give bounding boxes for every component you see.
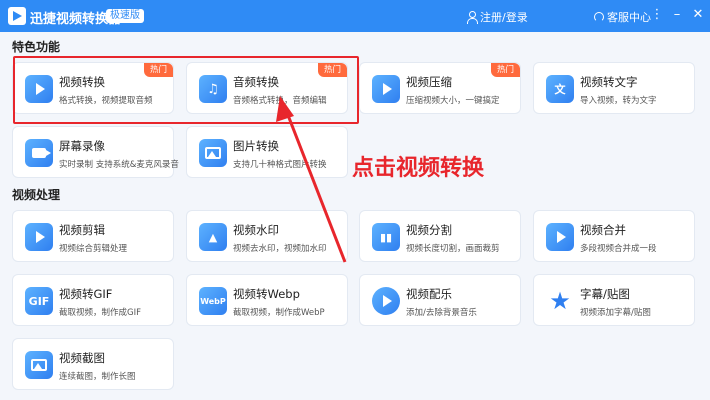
card-video-to-gif[interactable]: GIF 视频转GIF 截取视频，制作成GIF: [12, 274, 174, 326]
minimize-button[interactable]: –: [668, 6, 686, 24]
card-title: 视频转GIF: [59, 287, 113, 301]
card-title: 视频水印: [233, 223, 279, 237]
customer-service-label: 客服中心: [607, 11, 651, 24]
edition-badge: 极速版: [106, 9, 144, 23]
close-button[interactable]: ✕: [689, 6, 707, 24]
login-button[interactable]: 注册/登录: [466, 9, 528, 25]
user-icon: [466, 11, 478, 24]
annotation-text: 点击视频转换: [352, 156, 485, 181]
card-title: 视频转文字: [580, 75, 638, 89]
card-video-to-webp[interactable]: WebP 视频转Webp 截取视频，制作成WebP: [186, 274, 348, 326]
card-title: 视频配乐: [406, 287, 452, 301]
card-video-merge[interactable]: 视频合并 多段视频合并成一段: [533, 210, 695, 262]
hot-badge: 热门: [317, 63, 347, 77]
card-desc: 视频综合剪辑处理: [59, 244, 128, 254]
card-title: 视频截图: [59, 351, 105, 365]
card-video-edit[interactable]: 视频剪辑 视频综合剪辑处理: [12, 210, 174, 262]
music-icon: [372, 287, 400, 315]
card-desc: 实时录制 支持系统&麦克风录音: [59, 160, 179, 170]
webp-icon: WebP: [199, 287, 227, 315]
card-video-split[interactable]: ▮▮ 视频分割 视频长度切割，画面裁剪: [359, 210, 521, 262]
video-split-icon: ▮▮: [372, 223, 400, 251]
card-title: 音频转换: [233, 75, 279, 89]
card-desc: 支持几十种格式图片转换: [233, 160, 327, 170]
login-label: 注册/登录: [480, 11, 528, 24]
card-desc: 压缩视频大小，一键搞定: [406, 96, 500, 106]
card-title: 视频分割: [406, 223, 452, 237]
section-title-video-processing: 视频处理: [12, 188, 61, 202]
card-desc: 音频格式转换，音频编辑: [233, 96, 327, 106]
card-video-to-text[interactable]: 文 视频转文字 导入视频，转为文字: [533, 62, 695, 114]
screenshot-icon: [25, 351, 53, 379]
card-video-screenshot[interactable]: 视频截图 连续截图，制作长图: [12, 338, 174, 390]
card-desc: 格式转换，视频提取音频: [59, 96, 153, 106]
image-convert-icon: [199, 139, 227, 167]
card-title: 图片转换: [233, 139, 279, 153]
card-desc: 导入视频，转为文字: [580, 96, 657, 106]
card-title: 视频压缩: [406, 75, 452, 89]
subtitle-icon: ★: [549, 287, 571, 315]
card-video-compress[interactable]: 视频压缩 压缩视频大小，一键搞定 热门: [359, 62, 521, 114]
audio-convert-icon: ♫: [199, 75, 227, 103]
gif-icon: GIF: [25, 287, 53, 315]
card-subtitle-sticker[interactable]: ★ 字幕/贴图 视频添加字幕/贴图: [533, 274, 695, 326]
card-desc: 添加/去除背景音乐: [406, 308, 477, 318]
card-desc: 连续截图，制作长图: [59, 372, 136, 382]
card-title: 屏幕录像: [59, 139, 105, 153]
hot-badge: 热门: [143, 63, 173, 77]
customer-service-button[interactable]: 客服中心: [594, 9, 651, 25]
card-watermark[interactable]: ▲ 视频水印 视频去水印，视频加水印: [186, 210, 348, 262]
hot-badge: 热门: [490, 63, 520, 77]
card-desc: 截取视频，制作成GIF: [59, 308, 141, 318]
card-title: 视频转Webp: [233, 287, 300, 301]
watermark-icon: ▲: [199, 223, 227, 251]
card-image-convert[interactable]: 图片转换 支持几十种格式图片转换: [186, 126, 348, 178]
video-to-text-icon: 文: [546, 75, 574, 103]
video-merge-icon: [546, 223, 574, 251]
card-audio-convert[interactable]: ♫ 音频转换 音频格式转换，音频编辑 热门: [186, 62, 348, 114]
card-desc: 截取视频，制作成WebP: [233, 308, 325, 318]
card-video-music[interactable]: 视频配乐 添加/去除背景音乐: [359, 274, 521, 326]
card-title: 视频合并: [580, 223, 626, 237]
title-bar: 迅捷视频转换器 极速版 注册/登录 客服中心 ⋮ – ✕: [0, 0, 710, 32]
app-logo-icon: [8, 7, 26, 25]
video-edit-icon: [25, 223, 53, 251]
card-title: 视频转换: [59, 75, 105, 89]
card-title: 视频剪辑: [59, 223, 105, 237]
card-screen-record[interactable]: 屏幕录像 实时录制 支持系统&麦克风录音: [12, 126, 179, 178]
card-desc: 视频长度切割，画面裁剪: [406, 244, 500, 254]
video-compress-icon: [372, 75, 400, 103]
card-desc: 视频添加字幕/贴图: [580, 308, 651, 318]
headset-icon: [594, 12, 604, 22]
menu-button[interactable]: ⋮: [648, 6, 666, 24]
card-desc: 多段视频合并成一段: [580, 244, 657, 254]
video-convert-icon: [25, 75, 53, 103]
card-video-convert[interactable]: 视频转换 格式转换，视频提取音频 热门: [12, 62, 174, 114]
card-title: 字幕/贴图: [580, 287, 630, 301]
screen-record-icon: [25, 139, 53, 167]
section-title-featured: 特色功能: [12, 40, 61, 54]
card-desc: 视频去水印，视频加水印: [233, 244, 327, 254]
